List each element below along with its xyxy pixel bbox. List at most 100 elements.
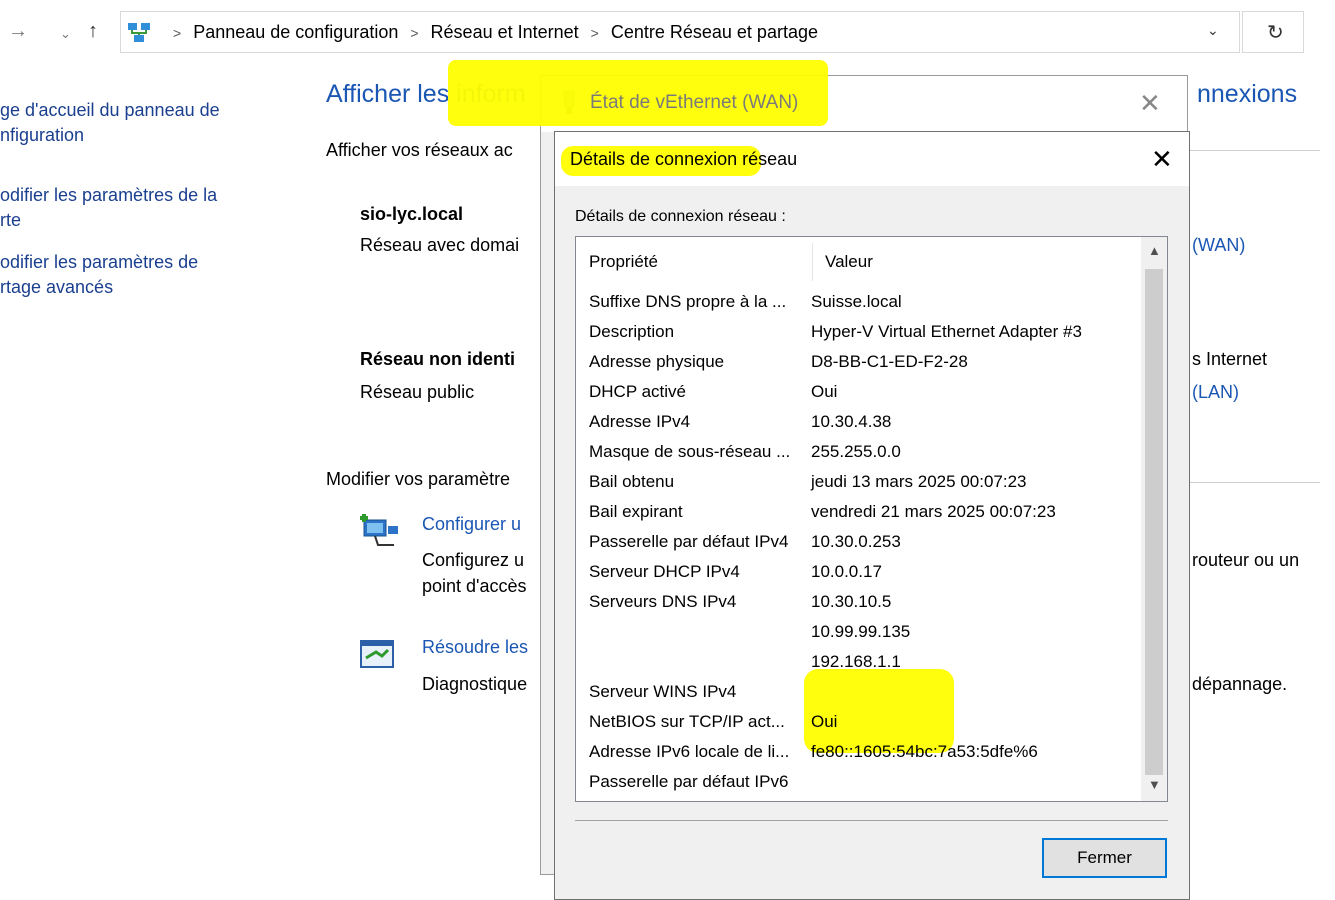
section-divider <box>1190 482 1320 483</box>
vertical-scrollbar[interactable]: ▲ ▼ <box>1141 237 1167 801</box>
details-list-view[interactable]: Propriété Valeur Suffixe DNS propre à la… <box>575 236 1168 802</box>
table-row[interactable]: 10.99.99.135 <box>576 617 1141 647</box>
configure-network-icon <box>358 512 402 555</box>
left-link-line: rtage avancés <box>0 277 114 297</box>
page-title-right: nnexions <box>1197 80 1298 108</box>
table-row[interactable]: Adresse physique D8-BB-C1-ED-F2-28 <box>576 347 1141 377</box>
row-property: Adresse physique <box>589 352 725 371</box>
left-link-advanced-sharing[interactable]: odifier les paramètres de rtage avancés <box>0 250 300 300</box>
network2-connection-link[interactable]: (LAN) <box>1192 382 1239 403</box>
breadcrumb: > Panneau de configuration > Réseau et Inte… <box>161 22 818 43</box>
row-property: DHCP activé <box>589 382 686 401</box>
address-bar[interactable]: > Panneau de configuration > Réseau et Inte… <box>120 11 1240 53</box>
left-link-line: ge d'accueil du panneau de <box>0 100 220 120</box>
refresh-icon: ↻ <box>1267 22 1284 44</box>
details-dialog-title: Détails de connexion réseau <box>570 149 798 169</box>
list-header: Propriété Valeur <box>576 237 1146 285</box>
troubleshoot-icon <box>360 640 394 673</box>
breadcrumb-separator-icon: > <box>173 25 182 41</box>
row-value: D8-BB-C1-ED-F2-28 <box>811 352 968 371</box>
column-header-value[interactable]: Valeur <box>825 252 873 272</box>
breadcrumb-control-panel[interactable]: Panneau de configuration <box>193 22 398 42</box>
row-property: Bail expirant <box>589 502 683 521</box>
table-row[interactable]: Bail expirant vendredi 21 mars 2025 00:07… <box>576 497 1141 527</box>
row-property: Description <box>589 322 675 341</box>
row-property: Serveurs DNS IPv4 <box>589 592 737 611</box>
active-networks-heading: Afficher vos réseaux ac <box>326 140 513 160</box>
scroll-up-icon[interactable]: ▲ <box>1148 243 1161 258</box>
left-link-control-panel-home[interactable]: ge d'accueil du panneau de nfiguration <box>0 98 300 148</box>
status-dialog-title: État de vEthernet (WAN) <box>590 92 799 113</box>
table-row[interactable]: Description Hyper-V Virtual Ethernet Adap… <box>576 317 1141 347</box>
details-dialog: Détails de connexion réseau ✕ Détails de… <box>554 131 1190 900</box>
row-property: Serveur DHCP IPv4 <box>589 562 740 581</box>
network1-type: Réseau avec domai <box>360 235 520 255</box>
table-row[interactable]: Suffixe DNS propre à la ... Suisse.local <box>576 287 1141 317</box>
row-value: Suisse.local <box>811 292 902 311</box>
details-list-label: Détails de connexion réseau : <box>575 208 786 225</box>
close-button[interactable]: Fermer <box>1042 838 1167 878</box>
troubleshoot-link[interactable]: Résoudre les <box>422 637 528 658</box>
row-value: Oui <box>811 382 838 401</box>
configure-network-desc-right: routeur ou un <box>1192 550 1300 570</box>
row-value: 10.99.99.135 <box>811 622 911 641</box>
left-link-line: odifier les paramètres de la <box>0 185 218 205</box>
row-property: Passerelle par défaut IPv4 <box>589 532 789 551</box>
network-folder-icon <box>127 22 151 49</box>
column-header-property[interactable]: Propriété <box>589 252 658 272</box>
row-property: Serveur WINS IPv4 <box>589 682 737 701</box>
refresh-button[interactable]: ↻ <box>1242 11 1304 53</box>
network1-connection-link[interactable]: (WAN) <box>1192 235 1245 256</box>
table-row[interactable]: Serveur WINS IPv4 <box>576 677 1141 707</box>
dialog-separator <box>575 820 1168 821</box>
row-property: Adresse IPv4 <box>589 412 691 431</box>
table-row[interactable]: Adresse IPv4 10.30.4.38 <box>576 407 1141 437</box>
table-row[interactable]: 192.168.1.1 <box>576 647 1141 677</box>
breadcrumb-network-sharing-center[interactable]: Centre Réseau et partage <box>611 22 818 42</box>
configure-network-desc-line2: point d'accès <box>422 576 527 596</box>
left-link-line: rte <box>0 210 22 230</box>
modify-settings-heading: Modifier vos paramètre <box>326 469 511 489</box>
row-property: Bail obtenu <box>589 472 675 491</box>
table-row[interactable]: NetBIOS sur TCP/IP act... Oui <box>576 707 1141 737</box>
table-row[interactable]: Adresse IPv6 locale de li... fe80::1605:5… <box>576 737 1141 767</box>
forward-arrow-icon[interactable]: → <box>8 20 28 43</box>
configure-network-desc-line1: Configurez u <box>422 550 525 570</box>
row-value: Oui <box>811 712 838 731</box>
row-property: Passerelle par défaut IPv6 <box>589 772 789 791</box>
network2-name: Réseau non identi <box>360 349 516 369</box>
row-value: 255.255.0.0 <box>811 442 901 461</box>
recent-locations-chevron-icon[interactable]: ⌄ <box>60 26 71 42</box>
network2-access: s Internet <box>1192 349 1268 369</box>
network2-type: Réseau public <box>360 382 475 402</box>
table-row[interactable]: Passerelle par défaut IPv4 10.30.0.253 <box>576 527 1141 557</box>
table-row[interactable]: Masque de sous-réseau ... 255.255.0.0 <box>576 437 1141 467</box>
scrollbar-thumb[interactable] <box>1145 269 1163 775</box>
table-row[interactable]: DHCP activé Oui <box>576 377 1141 407</box>
left-link-line: nfiguration <box>0 125 85 145</box>
troubleshoot-desc-right: dépannage. <box>1192 674 1288 694</box>
network1-name: sio-lyc.local <box>360 204 464 224</box>
table-row[interactable]: Serveur DHCP IPv4 10.0.0.17 <box>576 557 1141 587</box>
breadcrumb-separator-icon: > <box>410 25 419 41</box>
breadcrumb-network-internet[interactable]: Réseau et Internet <box>431 22 579 42</box>
table-row[interactable]: Passerelle par défaut IPv6 <box>576 767 1141 797</box>
left-link-change-adapter-settings[interactable]: odifier les paramètres de la rte <box>0 183 300 233</box>
status-dialog-close-icon[interactable]: ✕ <box>1139 88 1161 119</box>
row-value: 10.30.10.5 <box>811 592 892 611</box>
details-dialog-close-icon[interactable]: ✕ <box>1151 144 1173 175</box>
row-value: vendredi 21 mars 2025 00:07:23 <box>811 502 1056 521</box>
up-arrow-icon[interactable]: ↑ <box>88 20 98 43</box>
scroll-down-icon[interactable]: ▼ <box>1148 777 1161 792</box>
table-row[interactable]: Serveurs DNS IPv4 10.30.10.5 <box>576 587 1141 617</box>
address-dropdown-icon[interactable]: ⌄ <box>1207 22 1219 39</box>
row-value: 10.0.0.17 <box>811 562 882 581</box>
row-value: jeudi 13 mars 2025 00:07:23 <box>811 472 1027 491</box>
row-value: 10.30.4.38 <box>811 412 892 431</box>
breadcrumb-separator-icon: > <box>590 25 599 41</box>
row-value: Hyper-V Virtual Ethernet Adapter #3 <box>811 322 1082 341</box>
row-property: Suffixe DNS propre à la ... <box>589 292 787 311</box>
column-divider[interactable] <box>812 243 813 281</box>
table-row[interactable]: Bail obtenu jeudi 13 mars 2025 00:07:23 <box>576 467 1141 497</box>
configure-network-link[interactable]: Configurer u <box>422 514 521 535</box>
